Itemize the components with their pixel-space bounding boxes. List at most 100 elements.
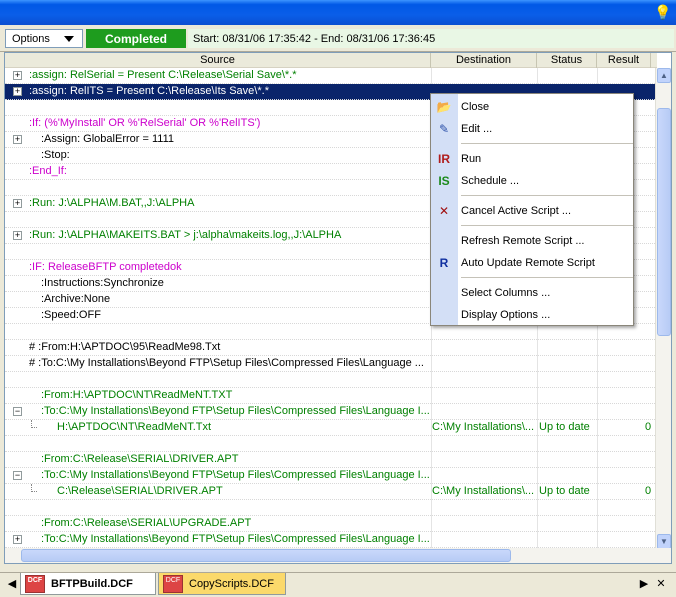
menu-item-label: Select Columns ... [461,287,551,299]
table-row[interactable]: + :To:C:\My Installations\Beyond FTP\Setu… [5,532,655,548]
expand-icon[interactable]: + [13,199,22,208]
cell-source: :From:C:\Release\SERIAL\UPGRADE.APT [5,516,430,532]
cell-source [5,324,430,340]
table-row[interactable]: # :From:H:\APTDOC\95\ReadMe98.Txt [5,340,655,356]
table-row[interactable]: # :To:C:\My Installations\Beyond FTP\Set… [5,356,655,372]
column-header-status[interactable]: Status [537,53,597,68]
lightbulb-icon[interactable]: 💡 [654,3,671,21]
source-text: :assign: RelSerial = Present C:\Release\… [29,69,297,81]
cell-source: H:\APTDOC\NT\ReadMeNT.Txt [5,420,430,436]
table-row[interactable]: + :assign: RelSerial = Present C:\Release… [5,68,655,84]
collapse-icon[interactable]: − [13,407,22,416]
source-text: # :To:C:\My Installations\Beyond FTP\Set… [29,357,424,369]
table-row[interactable]: C:\Release\SERIAL\DRIVER.APT C:\My Instal… [5,484,655,500]
horizontal-scroll-thumb[interactable] [21,549,511,562]
options-label: Options [12,32,50,45]
horizontal-scrollbar[interactable] [5,548,671,563]
cell-source: −:To:C:\My Installations\Beyond FTP\Setu… [5,404,430,420]
cell-source: # :From:H:\APTDOC\95\ReadMe98.Txt [5,340,430,356]
cell-source: :Instructions:Synchronize [5,276,430,292]
vertical-scrollbar[interactable]: ▲ ▼ [655,68,671,549]
cell-source [5,436,430,452]
menu-item-auto-update-remote-script[interactable]: R Auto Update Remote Script [431,252,633,274]
title-bar: 💡 [0,0,676,25]
table-row[interactable]: H:\APTDOC\NT\ReadMeNT.Txt C:\My Installat… [5,420,655,436]
source-text: :To:C:\My Installations\Beyond FTP\Setup… [41,533,430,545]
source-text: :Speed:OFF [41,309,101,321]
expand-icon[interactable]: + [13,135,22,144]
menu-item-select-columns[interactable]: Select Columns ... [431,282,633,304]
run-times: Start: 08/31/06 17:35:42 - End: 08/31/06… [188,29,674,48]
table-row[interactable] [5,500,655,516]
menu-item-display-options[interactable]: Display Options ... [431,304,633,326]
table-row[interactable] [5,372,655,388]
table-row[interactable] [5,324,655,340]
scroll-down-button[interactable]: ▼ [657,534,671,549]
cell-source: :End_If: [5,164,430,180]
tab-bftpbuild[interactable]: DCF BFTPBuild.DCF [20,573,156,595]
table-row[interactable]: :From:C:\Release\SERIAL\UPGRADE.APT [5,516,655,532]
tab-scroll-right-icon[interactable]: ▶ [638,578,650,590]
cell-status: Up to date [539,421,590,433]
table-row[interactable]: :From:C:\Release\SERIAL\DRIVER.APT [5,452,655,468]
cell-source: :Archive:None [5,292,430,308]
folder-open-icon: 📂 [436,100,452,114]
chevron-down-icon [64,35,74,42]
expand-icon[interactable]: + [13,535,22,544]
source-text: :If: (%'MyInstall' OR %'RelSerial' OR %'… [29,117,261,129]
cell-source: :From:C:\Release\SERIAL\DRIVER.APT [5,452,430,468]
table-row[interactable]: −:To:C:\My Installations\Beyond FTP\Setu… [5,404,655,420]
cell-source [5,244,430,260]
source-text: :Stop: [41,149,70,161]
menu-item-label: Run [461,153,482,165]
tree-connector [31,420,37,428]
menu-item-close[interactable]: 📂 Close [431,96,633,118]
menu-item-refresh-remote-script[interactable]: Refresh Remote Script ... [431,230,633,252]
expand-icon[interactable]: + [13,231,22,240]
cell-source: :IF: ReleaseBFTP completedok [5,260,430,276]
table-row[interactable] [5,436,655,452]
tab-scroll-left-icon[interactable]: ◀ [6,578,18,590]
options-dropdown[interactable]: Options [5,29,83,48]
menu-separator [461,225,633,226]
table-row[interactable]: :From:H:\APTDOC\NT\ReadMeNT.TXT [5,388,655,404]
expand-icon[interactable]: + [13,71,22,80]
collapse-icon[interactable]: − [13,471,22,480]
menu-item-run[interactable]: IR Run [431,148,633,170]
cell-source: # :To:C:\My Installations\Beyond FTP\Set… [5,356,430,372]
column-header-source[interactable]: Source [5,53,431,68]
expand-icon[interactable]: + [13,87,22,96]
cell-source: −:To:C:\My Installations\Beyond FTP\Setu… [5,468,430,484]
menu-item-label: Auto Update Remote Script [461,257,595,269]
cell-source: + :To:C:\My Installations\Beyond FTP\Setu… [5,532,430,548]
cell-source: +:Run: J:\ALPHA\MAKEITS.BAT > j:\alpha\m… [5,228,430,244]
source-text: :From:C:\Release\SERIAL\UPGRADE.APT [41,517,252,529]
table-row[interactable]: −:To:C:\My Installations\Beyond FTP\Setu… [5,468,655,484]
menu-separator [461,143,633,144]
column-header-result[interactable]: Result [597,53,651,68]
menu-item-edit[interactable]: ✎ Edit ... [431,118,633,140]
display-options-icon [435,307,453,323]
menu-item-label: Close [461,101,490,113]
source-text: :Archive:None [41,293,111,305]
tab-copyscripts[interactable]: DCF CopyScripts.DCF [158,573,286,595]
tree-connector [31,484,37,492]
run-icon: IR [438,152,450,166]
scroll-up-button[interactable]: ▲ [657,68,671,83]
source-text: :Instructions:Synchronize [41,277,164,289]
menu-item-schedule[interactable]: IS Schedule ... [431,170,633,192]
menu-item-label: Cancel Active Script ... [461,205,572,217]
close-icon[interactable]: ✕ [655,578,667,590]
refresh-icon [435,233,453,249]
cell-destination: C:\My Installations\... [432,485,535,497]
column-header-destination[interactable]: Destination [431,53,537,68]
scroll-thumb[interactable] [657,108,671,336]
cell-source: :If: (%'MyInstall' OR %'RelSerial' OR %'… [5,116,430,132]
source-text: H:\APTDOC\NT\ReadMeNT.Txt [57,421,212,433]
cancel-icon: ✕ [438,204,450,218]
menu-item-cancel-active-script[interactable]: ✕ Cancel Active Script ... [431,200,633,222]
cell-source [5,212,430,228]
menu-item-label: Edit ... [461,123,493,135]
document-tabs: ◀ DCF BFTPBuild.DCF DCF CopyScripts.DCF … [0,572,676,597]
context-menu: 📂 Close ✎ Edit ... IR Run IS Schedule ... ✕ Cance… [430,93,634,326]
